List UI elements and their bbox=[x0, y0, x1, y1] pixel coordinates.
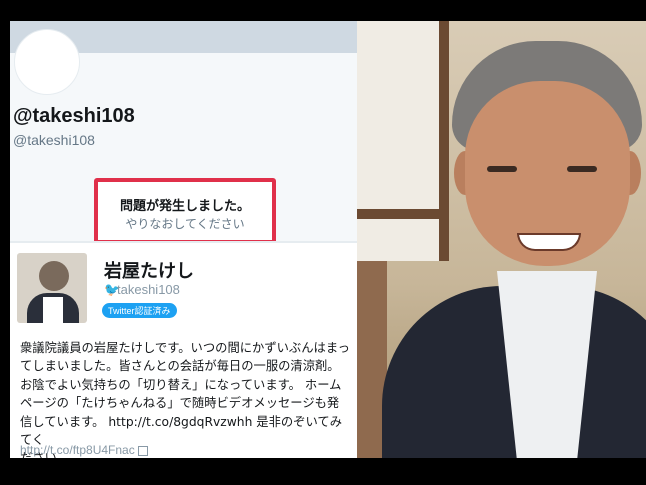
bottom-bar bbox=[0, 458, 646, 485]
portrait-photo bbox=[357, 21, 646, 458]
avatar[interactable] bbox=[14, 29, 80, 95]
profile-section: 岩屋たけし 🐦 takeshi108 Twitter認証済み 衆議院議員の岩屋た… bbox=[10, 243, 357, 458]
bio-line: お陰でよい気持ちの「切り替え」になっています。 ホーム bbox=[20, 377, 342, 392]
bio-line: てしまいました。皆さんとの会話が毎日の一服の清涼剤。 bbox=[20, 359, 340, 374]
handle: @takeshi108 bbox=[13, 132, 95, 148]
profile-link[interactable]: http://t.co/ftp8U4Fnac bbox=[20, 443, 148, 457]
retry-link[interactable]: やりなおしてください bbox=[98, 215, 272, 232]
image-frame: @takeshi108 @takeshi108 問題が発生しました。 やりなおし… bbox=[0, 0, 646, 485]
profile-bio: 衆議院議員の岩屋たけしです。いつの間にかずいぶんはまっ てしまいました。皆さんと… bbox=[20, 339, 354, 458]
error-title: 問題が発生しました。 bbox=[119, 199, 250, 214]
eyes bbox=[487, 166, 607, 174]
copy-icon bbox=[137, 445, 148, 456]
display-handle: @takeshi108 bbox=[13, 105, 135, 127]
smile bbox=[517, 233, 581, 251]
profile-name: 岩屋たけし bbox=[104, 261, 194, 282]
verified-badge: Twitter認証済み bbox=[102, 303, 177, 318]
bio-line: 衆議院議員の岩屋たけしです。いつの間にかずいぶんはまっ bbox=[20, 341, 350, 355]
twitter-screenshot: @takeshi108 @takeshi108 問題が発生しました。 やりなおし… bbox=[10, 21, 357, 458]
bio-line: ページの「たけちゃんねる」で随時ビデオメッセージも発 bbox=[20, 396, 340, 411]
profile-handle[interactable]: takeshi108 bbox=[117, 282, 180, 297]
profile-card-error: @takeshi108 @takeshi108 問題が発生しました。 やりなおし… bbox=[10, 21, 357, 244]
error-box-highlight: 問題が発生しました。 やりなおしてください bbox=[94, 178, 276, 244]
window-frame bbox=[357, 21, 449, 261]
profile-link-text[interactable]: http://t.co/ftp8U4Fnac bbox=[20, 443, 135, 457]
profile-photo[interactable] bbox=[17, 253, 87, 323]
